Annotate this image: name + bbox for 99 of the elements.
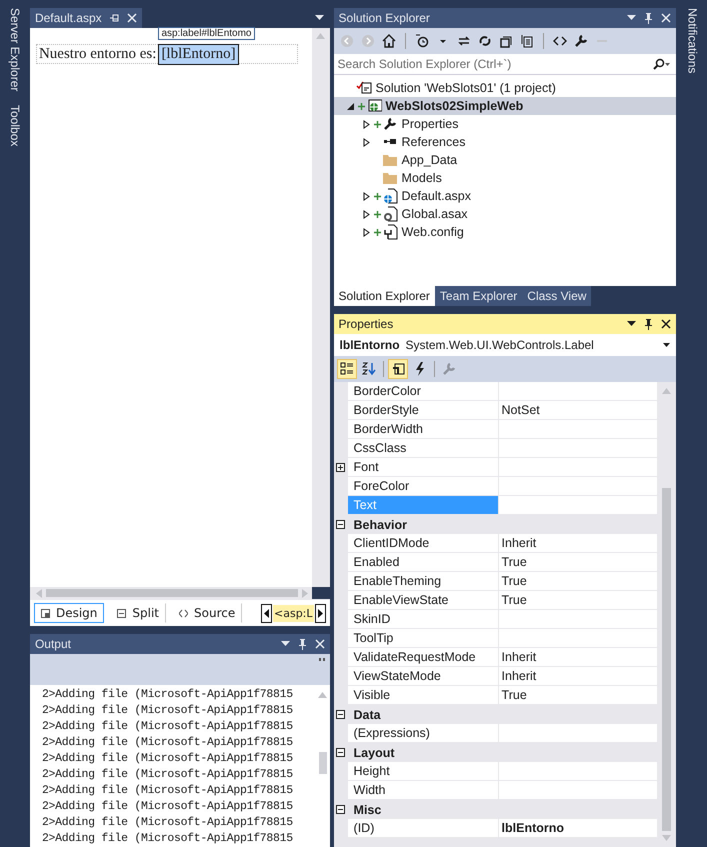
output-line: 2>Adding file (Microsoft-ApiApp1f78815 bbox=[42, 687, 294, 703]
view-tab[interactable]: Source bbox=[172, 603, 242, 623]
caret-left-icon bbox=[264, 608, 270, 618]
collapse-box-icon[interactable] bbox=[336, 805, 346, 814]
plus-icon bbox=[374, 120, 382, 128]
document-tab[interactable]: Default.aspx bbox=[30, 8, 142, 28]
side-tab[interactable]: Toolbox bbox=[6, 105, 24, 147]
wrench-icon bbox=[382, 116, 398, 132]
category-label: Misc bbox=[352, 802, 382, 818]
dropdown-icon[interactable] bbox=[627, 15, 636, 21]
search-field[interactable]: Search Solution Explorer (Ctrl+`) bbox=[334, 54, 652, 74]
folder-icon bbox=[382, 170, 398, 186]
dropdown-icon[interactable] bbox=[627, 321, 636, 327]
output-line: 2>Adding file (Microsoft-ApiApp1f78815 bbox=[42, 735, 294, 751]
search-icon[interactable] bbox=[652, 58, 670, 70]
dropdown-icon[interactable] bbox=[280, 641, 290, 647]
toolbar-button[interactable] bbox=[336, 359, 357, 379]
pin-icon[interactable] bbox=[644, 318, 654, 330]
view-icon bbox=[179, 608, 188, 618]
close-icon[interactable] bbox=[661, 319, 672, 329]
wrench-icon[interactable] bbox=[574, 34, 588, 48]
next-button[interactable] bbox=[314, 604, 326, 622]
panel-title: Properties bbox=[338, 317, 394, 331]
dropdown-icon[interactable] bbox=[314, 15, 324, 21]
view-tab[interactable]: Design bbox=[34, 603, 104, 623]
scroll-thumb[interactable] bbox=[662, 488, 672, 831]
collapse-box-icon[interactable] bbox=[336, 520, 346, 529]
folder-icon bbox=[382, 152, 398, 168]
pin-icon[interactable] bbox=[298, 638, 307, 650]
view-icon bbox=[117, 608, 126, 618]
property-page-icon bbox=[390, 362, 405, 376]
copy-icon[interactable] bbox=[520, 34, 534, 48]
category-label: Data bbox=[352, 706, 381, 724]
panel-tab[interactable]: Class View bbox=[522, 286, 592, 306]
tree-item[interactable]: Properties bbox=[350, 115, 676, 133]
categorized-icon bbox=[340, 362, 354, 376]
category-label: Behavior bbox=[352, 516, 408, 534]
config-file-icon bbox=[382, 224, 398, 240]
code-icon[interactable] bbox=[552, 34, 567, 48]
collapse-box-icon[interactable] bbox=[336, 710, 346, 719]
output-line: 2>Adding file (Microsoft-ApiApp1f78815 bbox=[42, 767, 294, 783]
panel-title: Solution Explorer bbox=[338, 11, 431, 25]
output-line: 2>Adding file (Microsoft-ApiApp1f78815 bbox=[42, 831, 294, 847]
panel-tab[interactable]: Solution Explorer bbox=[334, 286, 435, 306]
gear-file-icon bbox=[382, 206, 398, 222]
history-icon[interactable] bbox=[414, 34, 429, 48]
toolbar-button[interactable] bbox=[388, 359, 408, 379]
expand-box-icon[interactable] bbox=[336, 463, 346, 472]
content-text: Nuestro entorno es: bbox=[38, 46, 156, 62]
side-tab[interactable]: Server Explorer bbox=[6, 8, 24, 92]
wrench-icon bbox=[442, 362, 456, 376]
breadcrumb-tag[interactable]: <asp:L bbox=[273, 604, 314, 622]
view-tab[interactable]: Split bbox=[110, 603, 166, 623]
output-line: 2>Adding file (Microsoft-ApiApp1f78815 bbox=[42, 703, 294, 719]
tree-item[interactable]: Global.asax bbox=[350, 205, 676, 223]
tree-item[interactable]: App_Data bbox=[350, 151, 676, 169]
collapse-icon[interactable] bbox=[498, 34, 513, 48]
scrollbar[interactable] bbox=[312, 28, 330, 587]
previous-button[interactable] bbox=[261, 604, 272, 622]
category-label: Layout bbox=[352, 744, 395, 762]
output-line: 2>Adding file (Microsoft-ApiApp1f78815 bbox=[42, 815, 294, 831]
panel-tab[interactable]: Team Explorer bbox=[434, 286, 522, 306]
output-line: 2>Adding file (Microsoft-ApiApp1f78815 bbox=[42, 783, 294, 799]
view-icon bbox=[40, 608, 50, 618]
caret-right-icon bbox=[318, 608, 323, 618]
tree-item[interactable]: Web.config bbox=[350, 223, 676, 241]
tree-item[interactable]: Solution 'WebSlots01' (1 project) bbox=[334, 79, 676, 97]
sort-icon bbox=[362, 362, 376, 376]
tree-item[interactable]: WebSlots02SimpleWeb bbox=[334, 97, 676, 115]
plus-icon bbox=[358, 102, 366, 110]
plus-icon bbox=[374, 228, 382, 236]
label-control[interactable]: [lblEntorno] bbox=[158, 44, 239, 64]
output-line: 2>Adding file (Microsoft-ApiApp1f78815 bbox=[42, 799, 294, 815]
tag-hint: asp:label#lblEntomo bbox=[158, 26, 254, 40]
scroll-thumb[interactable] bbox=[46, 589, 298, 597]
tree-item[interactable]: References bbox=[350, 133, 676, 151]
plus-icon bbox=[374, 210, 382, 218]
tree-item[interactable]: Models bbox=[350, 169, 676, 187]
web-project-icon bbox=[366, 98, 382, 114]
pin-icon[interactable] bbox=[110, 14, 119, 22]
plus-icon bbox=[374, 192, 382, 200]
sync-icon[interactable] bbox=[456, 34, 471, 48]
property-name[interactable]: (ID) bbox=[348, 819, 499, 838]
expanded-icon[interactable] bbox=[347, 102, 354, 110]
overflow-icon[interactable] bbox=[318, 658, 325, 661]
panel-title: Output bbox=[34, 637, 72, 651]
output-line: 2>Adding file (Microsoft-ApiApp1f78815 bbox=[42, 719, 294, 735]
solution-icon bbox=[356, 80, 372, 96]
home-icon[interactable] bbox=[382, 34, 396, 48]
dropdown-icon bbox=[663, 343, 670, 347]
pin-icon[interactable] bbox=[644, 12, 654, 24]
tree-item[interactable]: Default.aspx bbox=[350, 187, 676, 205]
collapse-box-icon[interactable] bbox=[336, 748, 346, 757]
scroll-thumb[interactable] bbox=[318, 752, 327, 774]
web-file-icon bbox=[382, 188, 398, 204]
refresh-icon[interactable] bbox=[478, 34, 492, 48]
side-tab[interactable]: Notifications bbox=[684, 8, 702, 74]
output-line: 2>Adding file (Microsoft-ApiApp1f78815 bbox=[42, 751, 294, 767]
scrollbar[interactable] bbox=[30, 587, 312, 599]
